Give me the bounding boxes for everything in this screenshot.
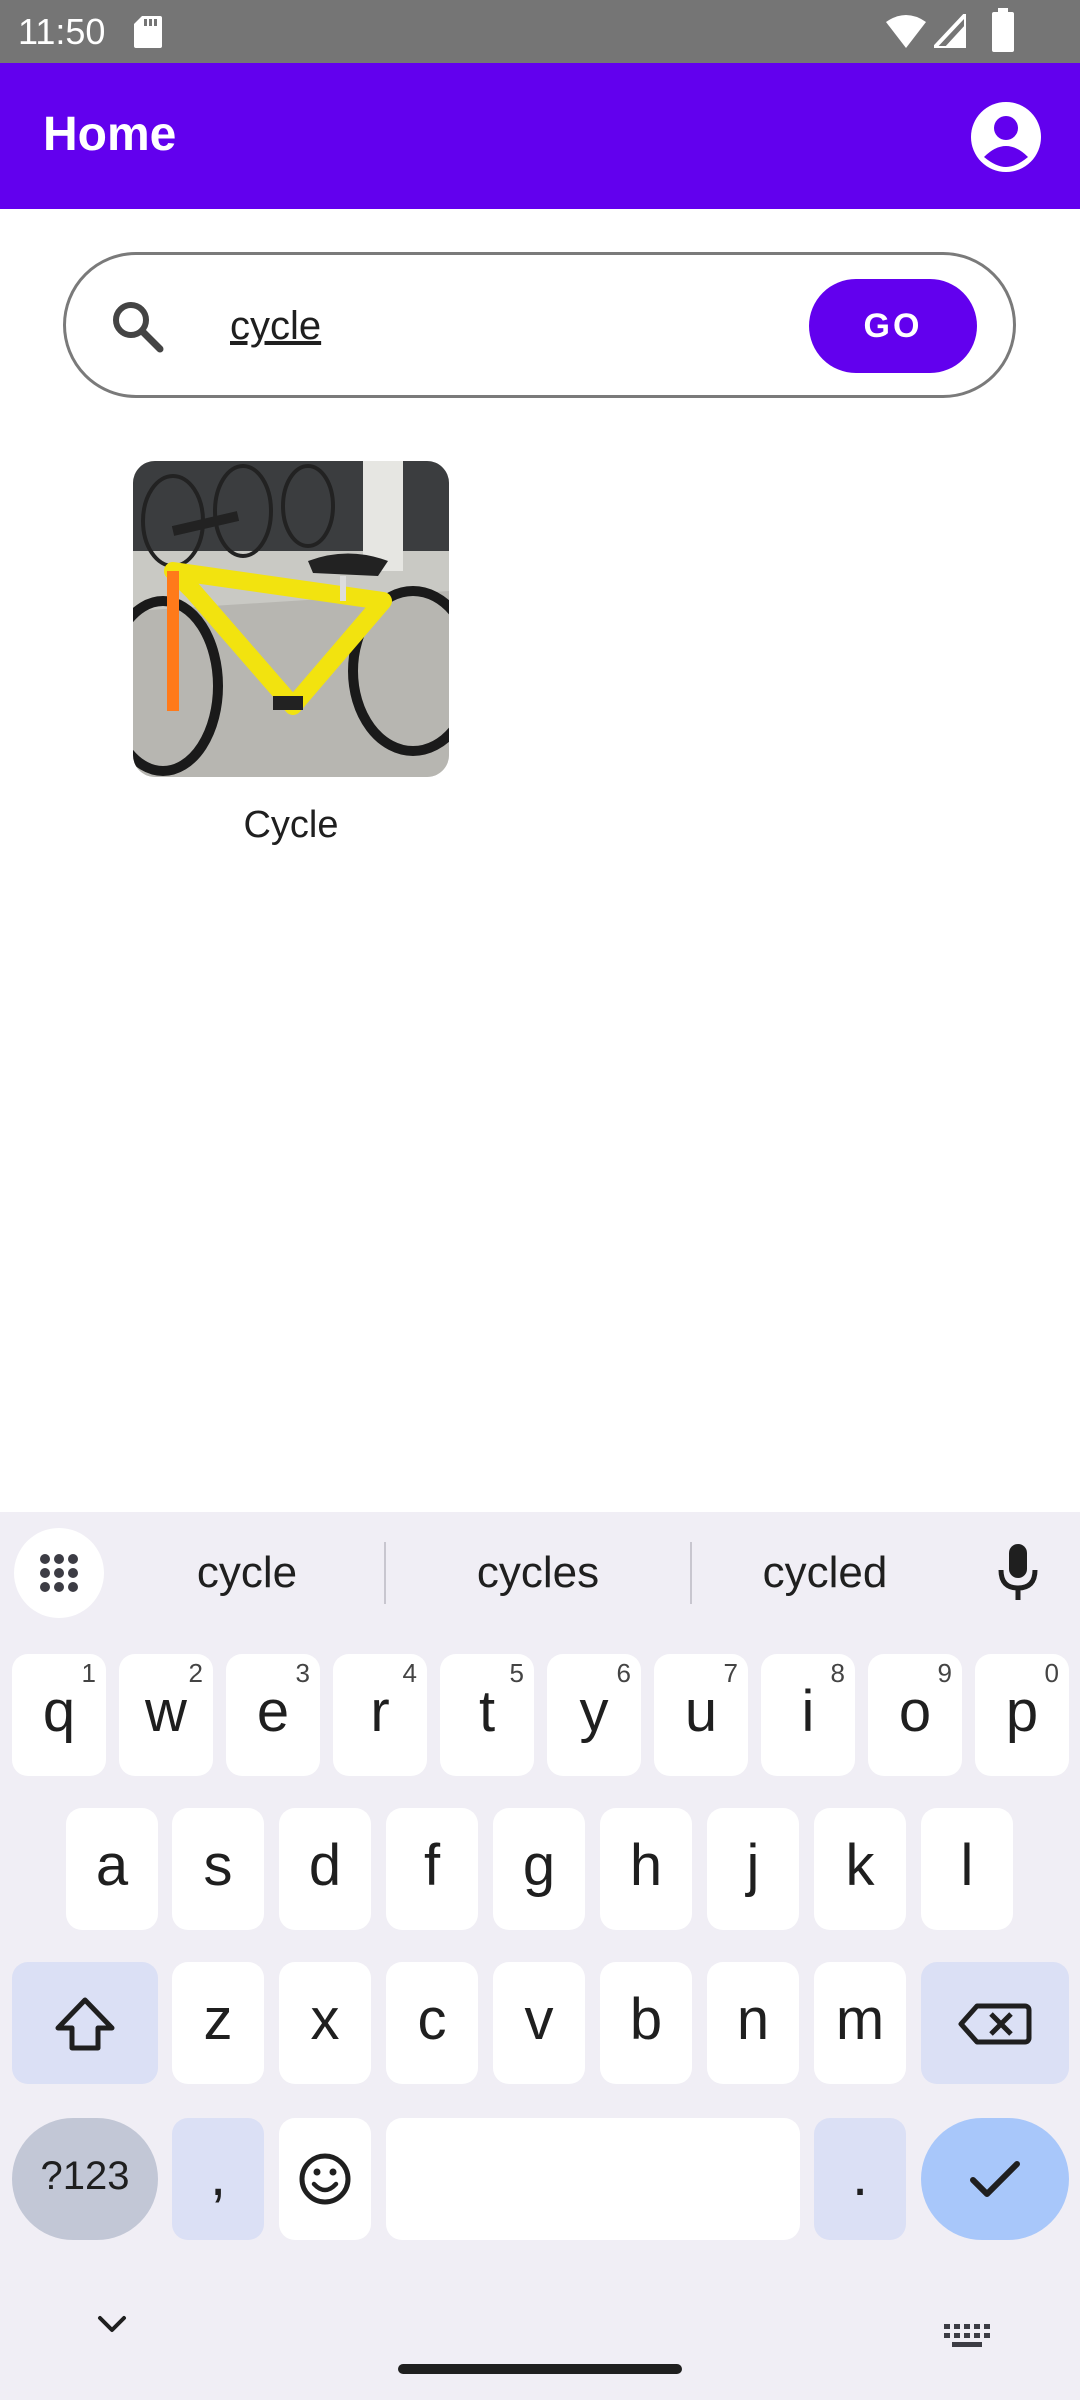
account-circle-icon[interactable] <box>970 101 1042 173</box>
enter-key[interactable] <box>921 2118 1069 2240</box>
key-hint: 4 <box>402 1658 417 1688</box>
search-bar: cycle GO <box>63 252 1016 398</box>
shift-key[interactable] <box>12 1962 158 2084</box>
key-t[interactable]: t5 <box>440 1654 534 1776</box>
key-w[interactable]: w2 <box>119 1654 213 1776</box>
bicycle-image <box>133 461 449 777</box>
key-b[interactable]: b <box>600 1962 692 2084</box>
key-h[interactable]: h <box>600 1808 692 1930</box>
key-u[interactable]: u7 <box>654 1654 748 1776</box>
key-hint: 1 <box>81 1658 96 1688</box>
signal-icon <box>934 14 966 48</box>
home-handle[interactable] <box>398 2364 682 2374</box>
suggestion-divider <box>384 1542 386 1604</box>
key-a[interactable]: a <box>66 1808 158 1930</box>
key-label: o <box>898 1679 932 1744</box>
key-e[interactable]: e3 <box>226 1654 320 1776</box>
key-hint: 8 <box>830 1658 845 1688</box>
suggestion-strip: cycle cycles cycled <box>0 1512 1080 1632</box>
result-image[interactable] <box>133 461 449 777</box>
key-label: y <box>579 1679 609 1744</box>
key-label: q <box>42 1679 76 1744</box>
go-button[interactable]: GO <box>809 279 977 373</box>
key-c[interactable]: c <box>386 1962 478 2084</box>
key-z[interactable]: z <box>172 1962 264 2084</box>
wifi-icon <box>886 15 926 48</box>
key-v[interactable]: v <box>493 1962 585 2084</box>
emoji-icon <box>299 2153 351 2205</box>
chevron-down-icon[interactable] <box>92 2310 132 2338</box>
result-label: Cycle <box>243 804 339 846</box>
key-o[interactable]: o9 <box>868 1654 962 1776</box>
app-bar: Home <box>0 63 1080 209</box>
key-r[interactable]: r4 <box>333 1654 427 1776</box>
key-label: u <box>684 1679 718 1744</box>
space-key[interactable] <box>386 2118 800 2240</box>
suggestion-1[interactable]: cycle <box>140 1542 354 1604</box>
apps-grid-icon[interactable] <box>14 1528 104 1618</box>
key-hint: 2 <box>188 1658 203 1688</box>
backspace-icon <box>958 2003 1032 2045</box>
key-m[interactable]: m <box>814 1962 906 2084</box>
key-hint: 6 <box>616 1658 631 1688</box>
key-l[interactable]: l <box>921 1808 1013 1930</box>
key-label: p <box>1005 1679 1039 1744</box>
key-label: w <box>145 1679 187 1744</box>
suggestion-divider <box>690 1542 692 1604</box>
backspace-key[interactable] <box>921 1962 1069 2084</box>
key-q[interactable]: q1 <box>12 1654 106 1776</box>
key-hint: 3 <box>295 1658 310 1688</box>
shift-icon <box>55 1997 115 2051</box>
key-hint: 9 <box>937 1658 952 1688</box>
period-key[interactable]: . <box>814 2118 906 2240</box>
key-x[interactable]: x <box>279 1962 371 2084</box>
key-hint: 7 <box>723 1658 738 1688</box>
keyboard-icon[interactable] <box>944 2324 992 2348</box>
key-y[interactable]: y6 <box>547 1654 641 1776</box>
key-p[interactable]: p0 <box>975 1654 1069 1776</box>
key-hint: 0 <box>1044 1658 1059 1688</box>
key-label: r <box>370 1679 390 1744</box>
key-g[interactable]: g <box>493 1808 585 1930</box>
key-f[interactable]: f <box>386 1808 478 1930</box>
page-title: Home <box>43 108 177 161</box>
emoji-key[interactable] <box>279 2118 371 2240</box>
symbols-key[interactable]: ?123 <box>12 2118 158 2240</box>
search-icon <box>113 302 164 353</box>
key-j[interactable]: j <box>707 1808 799 1930</box>
key-n[interactable]: n <box>707 1962 799 2084</box>
suggestion-2[interactable]: cycles <box>416 1542 660 1604</box>
status-time: 11:50 <box>18 11 106 52</box>
key-label: t <box>478 1679 496 1744</box>
check-icon <box>970 2161 1020 2197</box>
suggestion-3[interactable]: cycled <box>710 1542 940 1604</box>
key-k[interactable]: k <box>814 1808 906 1930</box>
comma-key[interactable]: , <box>172 2118 264 2240</box>
status-bar: 11:50 <box>0 0 1080 63</box>
key-d[interactable]: d <box>279 1808 371 1930</box>
battery-icon <box>992 8 1014 52</box>
microphone-icon[interactable] <box>996 1544 1040 1604</box>
key-hint: 5 <box>509 1658 524 1688</box>
search-input[interactable]: cycle <box>230 295 790 357</box>
keyboard: cycle cycles cycled q1 w2 e3 r4 t5 y6 u7… <box>0 1512 1080 2400</box>
key-i[interactable]: i8 <box>761 1654 855 1776</box>
key-s[interactable]: s <box>172 1808 264 1930</box>
key-label: e <box>256 1679 290 1744</box>
key-label: i <box>801 1679 815 1744</box>
sd-card-icon <box>134 16 162 48</box>
